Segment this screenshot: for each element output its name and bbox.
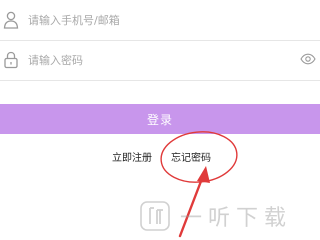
account-input[interactable] bbox=[28, 9, 278, 31]
password-field[interactable] bbox=[0, 46, 320, 74]
pointer-arrow-shaft bbox=[178, 174, 205, 238]
password-input[interactable] bbox=[28, 49, 278, 71]
lock-icon bbox=[4, 51, 18, 69]
register-link[interactable]: 立即注册 bbox=[112, 149, 152, 164]
eye-icon[interactable] bbox=[300, 53, 316, 65]
login-button[interactable]: 登录 bbox=[0, 104, 320, 134]
watermark: 一听下载 bbox=[140, 196, 320, 236]
login-screen: 登录 立即注册 忘记密码 一听下载 bbox=[0, 0, 320, 240]
user-icon bbox=[3, 11, 19, 29]
app-logo-icon bbox=[140, 201, 170, 231]
forgot-password-link[interactable]: 忘记密码 bbox=[171, 149, 211, 164]
divider bbox=[0, 40, 320, 41]
account-field[interactable] bbox=[0, 6, 320, 34]
watermark-text: 一听下载 bbox=[180, 206, 293, 231]
pointer-arrow-head bbox=[197, 166, 210, 183]
divider bbox=[0, 80, 320, 81]
